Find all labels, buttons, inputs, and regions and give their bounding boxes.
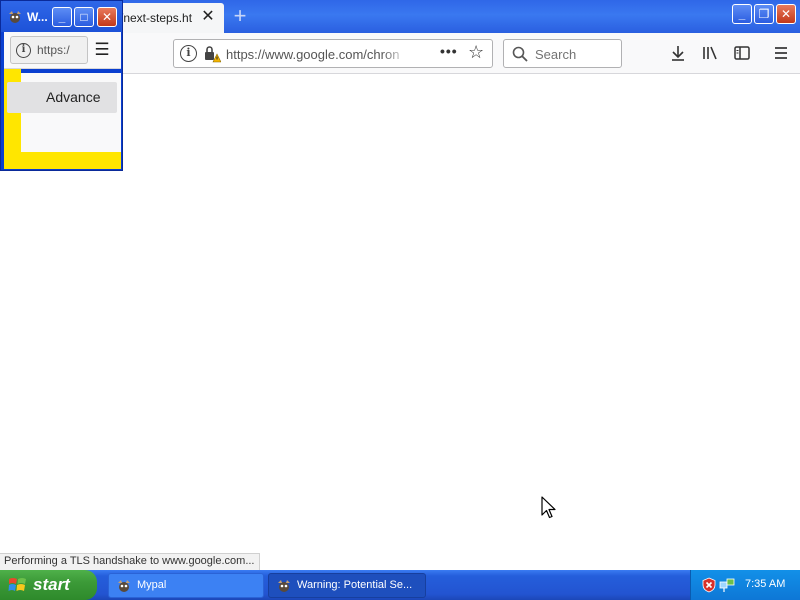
- menu-icon[interactable]: [771, 43, 791, 63]
- popup-menu-icon[interactable]: ☰: [92, 40, 112, 60]
- taskbar-item-label: Mypal: [137, 579, 167, 591]
- insecure-lock-icon[interactable]: [203, 45, 221, 63]
- start-button[interactable]: start: [0, 570, 97, 600]
- search-bar[interactable]: Search: [503, 39, 622, 68]
- security-shield-icon[interactable]: [701, 577, 717, 593]
- restore-button[interactable]: ❐: [754, 4, 774, 24]
- taskbar-item-warning[interactable]: Warning: Potential Se...: [268, 573, 426, 598]
- windows-logo-icon: [8, 578, 26, 591]
- popup-toolbar: i https:/ ☰: [4, 32, 121, 69]
- tab-title: /next-steps.ht: [120, 11, 193, 25]
- sidebar-icon[interactable]: [732, 43, 752, 63]
- status-panel: Performing a TLS handshake to www.google…: [0, 553, 260, 570]
- downloads-icon[interactable]: [668, 43, 688, 63]
- url-bar[interactable]: i https://www.google.com/chron ••• ☆: [173, 39, 493, 68]
- site-info-icon[interactable]: i: [180, 45, 197, 62]
- advanced-button[interactable]: Advance: [7, 82, 117, 113]
- popup-titlebar: W... _ □ ✕: [1, 1, 122, 32]
- close-button[interactable]: ✕: [776, 4, 796, 24]
- mypal-app-icon: [278, 580, 290, 592]
- tab-close-icon[interactable]: ✕: [200, 9, 216, 25]
- new-tab-button[interactable]: +: [230, 5, 250, 27]
- url-text: https://www.google.com/chron: [226, 47, 400, 62]
- mypal-app-icon: [9, 11, 21, 23]
- network-icon[interactable]: [719, 577, 735, 593]
- popup-window: W... _ □ ✕ i https:/ ☰ Advance: [0, 0, 123, 171]
- system-tray: 7:35 AM: [690, 570, 800, 600]
- tab-active[interactable]: /next-steps.ht ✕: [110, 3, 224, 33]
- popup-minimize-button[interactable]: _: [52, 7, 72, 27]
- page-actions-icon[interactable]: •••: [440, 43, 458, 59]
- mouse-cursor-icon: [541, 496, 556, 519]
- mypal-app-icon: [118, 580, 130, 592]
- popup-page: Advance: [4, 69, 121, 169]
- search-placeholder: Search: [535, 47, 577, 62]
- popup-url-bar[interactable]: i https:/: [10, 36, 88, 64]
- clock: 7:35 AM: [745, 578, 786, 590]
- bookmark-star-icon[interactable]: ☆: [468, 42, 484, 63]
- popup-url-text: https:/: [37, 43, 70, 57]
- popup-close-button[interactable]: ✕: [97, 7, 117, 27]
- search-icon: [512, 46, 528, 62]
- popup-title: W...: [27, 10, 48, 24]
- taskbar-item-mypal[interactable]: Mypal: [108, 573, 264, 598]
- popup-maximize-button[interactable]: □: [74, 7, 94, 27]
- start-label: start: [33, 575, 70, 594]
- library-icon[interactable]: [700, 43, 720, 63]
- desktop-screen: /next-steps.ht ✕ + _ ❐ ✕ i https://www.g…: [0, 0, 800, 600]
- warning-card-strip: [21, 69, 121, 73]
- popup-site-info-icon[interactable]: i: [16, 43, 31, 58]
- taskbar: start Mypal Warning: Potential Se... 7:3…: [0, 570, 800, 600]
- minimize-button[interactable]: _: [732, 4, 752, 24]
- taskbar-item-label: Warning: Potential Se...: [297, 579, 413, 591]
- url-fade: [382, 42, 408, 64]
